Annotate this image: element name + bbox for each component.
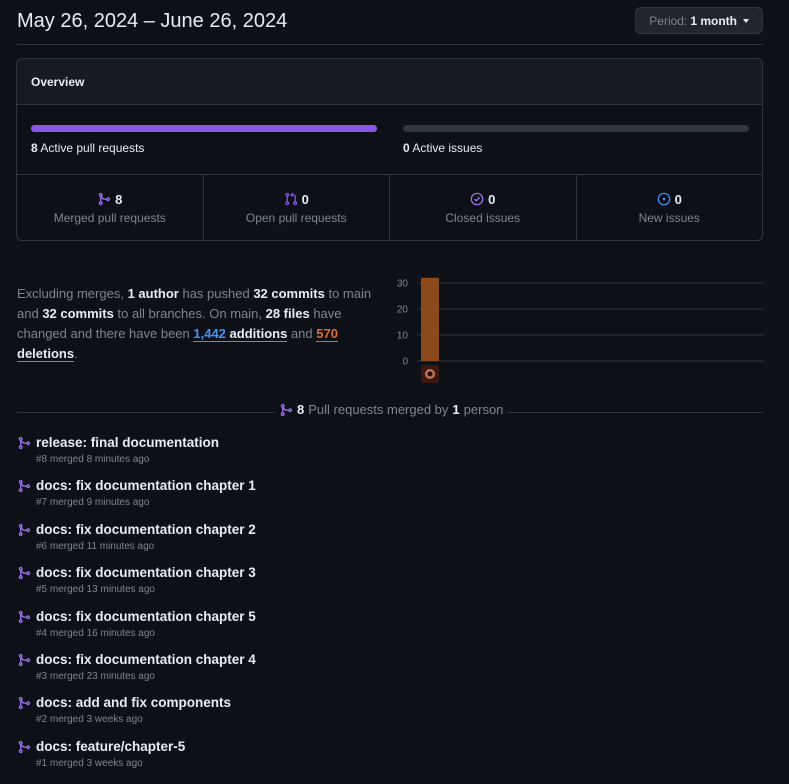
active-issues-link[interactable]: 0 Active issues <box>403 141 482 155</box>
pr-list-item: docs: feature/chapter-5 #1 merged 3 weeks… <box>17 738 763 781</box>
merged-prs-value: 8 <box>115 191 123 207</box>
merged-icon <box>18 436 31 450</box>
summary-text: and <box>287 326 317 341</box>
summary-text: Excluding merges, <box>17 286 128 301</box>
open-prs-value: 0 <box>301 191 309 207</box>
chart-y-tick-label: 20 <box>397 305 409 316</box>
pr-list-item: docs: add and fix components #2 merged 3 … <box>17 694 763 737</box>
pulse-header: May 26, 2024 – June 26, 2024 Period: 1 m… <box>17 0 763 45</box>
pr-title-link[interactable]: docs: fix documentation chapter 2 <box>36 521 763 537</box>
active-prs-count: 8 <box>31 141 38 155</box>
pr-meta: #1 merged 3 weeks ago <box>36 757 143 769</box>
new-issues-label: New issues <box>638 210 700 225</box>
active-prs-label: Active pull requests <box>40 141 145 155</box>
active-issues-label: Active issues <box>412 141 483 155</box>
chart-bar[interactable] <box>421 277 439 361</box>
pr-list: release: final documentation #8 merged 8 … <box>17 434 763 781</box>
stat-new-issues[interactable]: 0 New issues <box>577 175 763 240</box>
active-prs-bar <box>31 125 377 132</box>
additions-word: additions <box>229 326 288 341</box>
overview-bars: 8 Active pull requests 0 Active issues <box>17 105 762 175</box>
issue-closed-icon <box>470 192 484 206</box>
active-prs-bar-fill <box>31 125 377 132</box>
merged-prs-label: Merged pull requests <box>53 210 166 225</box>
caret-down-icon <box>743 19 749 23</box>
active-prs-link[interactable]: 8 Active pull requests <box>31 141 144 155</box>
merged-icon <box>18 567 31 580</box>
period-value: 1 month <box>690 13 737 28</box>
pr-title-link[interactable]: release: final documentation <box>36 434 763 450</box>
merged-count: 8 <box>297 402 305 417</box>
merged-icon <box>18 653 31 667</box>
chart-y-tick-label: 10 <box>397 331 409 342</box>
overview-stats: 8 Merged pull requests 0 Open pull reque… <box>17 175 763 240</box>
pr-title-link[interactable]: docs: fix documentation chapter 4 <box>36 651 763 667</box>
merged-icon <box>18 480 31 493</box>
pr-list-item: release: final documentation #8 merged 8 … <box>17 434 763 477</box>
merged-prs-heading: 8 Pull requests merged by 1 person <box>275 402 508 417</box>
pr-list-item: docs: fix documentation chapter 5 #4 merg… <box>17 608 763 651</box>
chart-y-tick-label: 0 <box>402 357 408 368</box>
pr-title-link[interactable]: docs: fix documentation chapter 5 <box>36 608 763 624</box>
pr-title-link[interactable]: docs: feature/chapter-5 <box>36 738 763 754</box>
closed-issues-label: Closed issues <box>445 210 521 225</box>
issue-opened-icon <box>657 192 670 206</box>
summary-text: has pushed <box>178 286 254 301</box>
chart-y-tick-label: 30 <box>397 279 409 290</box>
files-changed: 28 files <box>265 306 310 321</box>
merged-icon <box>18 697 31 710</box>
period-select-button[interactable]: Period: 1 month <box>635 7 763 34</box>
merged-heading-text-end: person <box>463 402 504 417</box>
pr-meta: #5 merged 13 minutes ago <box>36 584 155 596</box>
overview-header: Overview <box>17 59 762 105</box>
merged-icon <box>18 740 31 753</box>
overview-panel: Overview 8 Active pull requests 0 Active… <box>16 58 763 241</box>
authors-count: 1 author <box>127 286 179 301</box>
merged-icon <box>18 610 31 623</box>
deletions-count: 570 <box>316 326 338 341</box>
stat-merged-prs[interactable]: 8 Merged pull requests <box>17 175 204 240</box>
merged-icon <box>98 192 111 206</box>
active-issues-bar <box>403 125 749 132</box>
pr-list-item: docs: fix documentation chapter 4 #3 merg… <box>17 651 763 694</box>
pr-title-link[interactable]: docs: fix documentation chapter 1 <box>36 477 763 493</box>
commits-main: 32 commits <box>253 286 325 301</box>
new-issues-value: 0 <box>674 191 682 207</box>
period-label: Period: <box>649 13 688 28</box>
commit-summary: Excluding merges, 1 author has pushed 32… <box>17 284 377 364</box>
pr-meta: #6 merged 11 minutes ago <box>36 540 155 552</box>
summary-text: to all branches. On main, <box>113 306 266 321</box>
pr-meta: #3 merged 23 minutes ago <box>36 670 155 682</box>
merged-heading-text: Pull requests merged by <box>308 402 449 417</box>
pr-list-item: docs: fix documentation chapter 1 #7 merg… <box>17 477 763 520</box>
merged-icon <box>18 523 31 536</box>
additions-link[interactable]: 1,442 additions <box>193 326 288 342</box>
pull-request-icon <box>284 192 297 206</box>
pr-meta: #7 merged 9 minutes ago <box>36 497 150 509</box>
pr-title-link[interactable]: docs: add and fix components <box>36 694 763 710</box>
stat-closed-issues[interactable]: 0 Closed issues <box>390 175 577 240</box>
pr-list-item: docs: fix documentation chapter 3 #5 merg… <box>17 564 763 607</box>
pr-meta: #4 merged 16 minutes ago <box>36 627 155 639</box>
active-issues-count: 0 <box>403 141 410 155</box>
commits-chart: 30 20 10 0 <box>397 277 764 383</box>
author-avatar[interactable] <box>421 365 439 383</box>
pr-meta: #2 merged 3 weeks ago <box>36 714 143 726</box>
pr-title-link[interactable]: docs: fix documentation chapter 3 <box>36 564 763 580</box>
summary-text: . <box>74 346 78 361</box>
date-range-title: May 26, 2024 – June 26, 2024 <box>17 10 288 32</box>
deletions-word: deletions <box>17 346 75 361</box>
pr-meta: #8 merged 8 minutes ago <box>36 454 150 465</box>
open-prs-label: Open pull requests <box>245 210 347 225</box>
closed-issues-value: 0 <box>488 191 496 207</box>
people-count: 1 <box>452 402 460 417</box>
overview-title: Overview <box>31 74 85 89</box>
pr-list-item: docs: fix documentation chapter 2 #6 merg… <box>17 521 763 564</box>
commits-all: 32 commits <box>42 306 114 321</box>
additions-count: 1,442 <box>193 326 226 341</box>
merged-icon <box>280 403 293 416</box>
stat-open-prs[interactable]: 0 Open pull requests <box>204 175 390 240</box>
